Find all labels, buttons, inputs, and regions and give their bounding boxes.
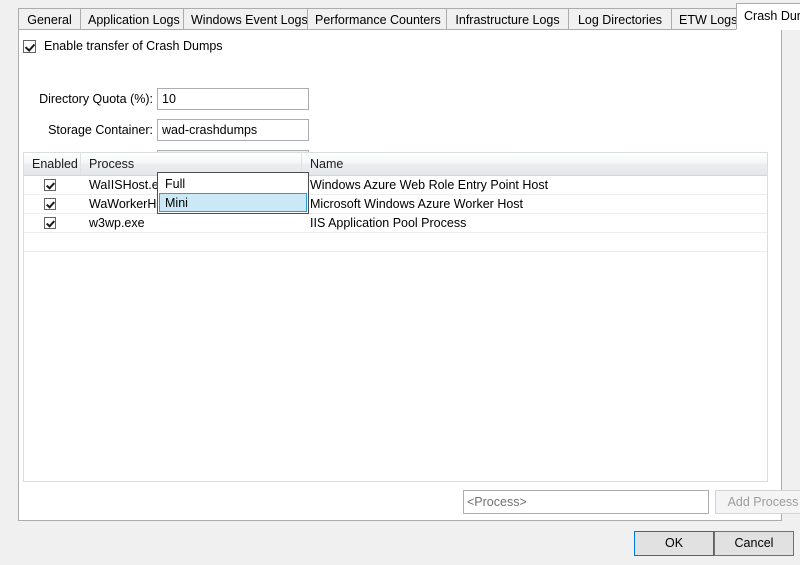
- enable-transfer-checkbox[interactable]: [23, 40, 36, 53]
- table-row[interactable]: w3wp.exeIIS Application Pool Process: [24, 214, 767, 233]
- row-enabled-cell: [24, 214, 81, 232]
- enable-transfer-row[interactable]: Enable transfer of Crash Dumps: [23, 39, 223, 53]
- tab-infrastructure-logs[interactable]: Infrastructure Logs: [446, 8, 569, 30]
- dump-type-dropdown-list[interactable]: FullMini: [157, 172, 309, 214]
- tab-application-logs[interactable]: Application Logs: [80, 8, 184, 30]
- tab-etw-logs[interactable]: ETW Logs: [671, 8, 737, 30]
- tab-strip: GeneralApplication LogsWindows Event Log…: [0, 0, 800, 30]
- process-name-input[interactable]: [463, 490, 709, 514]
- row-name-cell: Microsoft Windows Azure Worker Host: [302, 195, 767, 213]
- crash-dump-process-table[interactable]: Enabled Process Name WaIISHost.exeWindow…: [23, 152, 768, 482]
- row-enabled-checkbox[interactable]: [44, 217, 56, 229]
- dropdown-option-full[interactable]: Full: [159, 174, 307, 193]
- tab-performance-counters[interactable]: Performance Counters: [307, 8, 447, 30]
- table-body: WaIISHost.exeWindows Azure Web Role Entr…: [24, 176, 767, 252]
- column-header-name[interactable]: Name: [302, 153, 767, 175]
- tab-crash-dumps[interactable]: Crash Dumps: [736, 3, 800, 30]
- storage-container-label: Storage Container:: [48, 119, 153, 141]
- cancel-button[interactable]: Cancel: [714, 531, 794, 556]
- storage-container-input[interactable]: [157, 119, 309, 141]
- row-process-cell: w3wp.exe: [81, 214, 302, 232]
- dropdown-option-mini[interactable]: Mini: [159, 193, 307, 212]
- dialog-footer: OK Cancel: [0, 521, 800, 565]
- table-row[interactable]: WaIISHost.exeWindows Azure Web Role Entr…: [24, 176, 767, 195]
- row-enabled-cell: [24, 176, 81, 194]
- row-name-cell: IIS Application Pool Process: [302, 214, 767, 232]
- row-enabled-checkbox[interactable]: [44, 179, 56, 191]
- ok-button[interactable]: OK: [634, 531, 714, 556]
- directory-quota-label-box: Directory Quota (%):: [41, 88, 153, 110]
- column-header-enabled[interactable]: Enabled: [24, 153, 81, 175]
- enable-transfer-label: Enable transfer of Crash Dumps: [44, 39, 223, 53]
- add-process-button[interactable]: Add Process: [715, 490, 800, 514]
- directory-quota-input[interactable]: [157, 88, 309, 110]
- tab-general[interactable]: General: [18, 8, 81, 30]
- tab-windows-event-logs[interactable]: Windows Event Logs: [183, 8, 308, 30]
- crash-dumps-panel: Enable transfer of Crash Dumps Directory…: [18, 29, 782, 521]
- row-enabled-cell: [24, 195, 81, 213]
- directory-quota-label: Directory Quota (%):: [39, 88, 153, 110]
- row-enabled-checkbox[interactable]: [44, 198, 56, 210]
- row-name-cell: Windows Azure Web Role Entry Point Host: [302, 176, 767, 194]
- tab-log-directories[interactable]: Log Directories: [568, 8, 672, 30]
- storage-container-label-box: Storage Container:: [41, 119, 153, 141]
- table-empty-row: [24, 233, 767, 252]
- table-header-row: Enabled Process Name: [24, 153, 767, 176]
- table-row[interactable]: WaWorkerHost.exeMicrosoft Windows Azure …: [24, 195, 767, 214]
- add-process-row: Add Process: [23, 490, 768, 514]
